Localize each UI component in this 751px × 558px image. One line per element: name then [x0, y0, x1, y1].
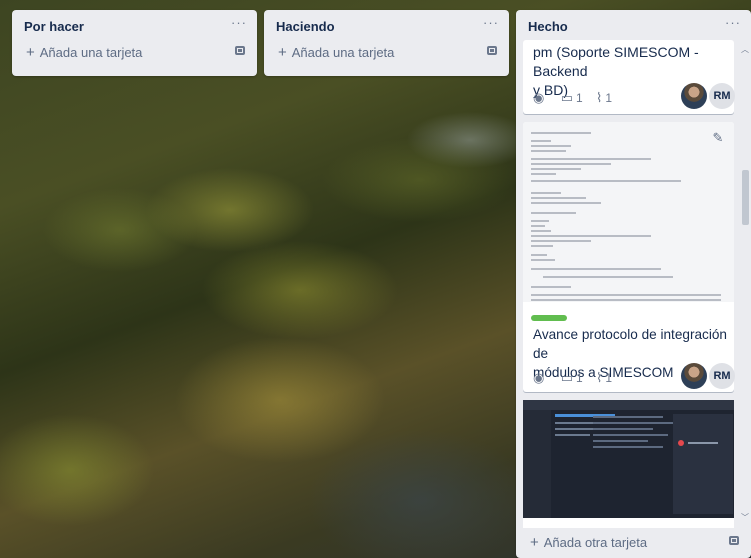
more-horizontal-icon[interactable]: ··· — [725, 15, 741, 30]
card-template-icon[interactable] — [729, 536, 739, 545]
eye-icon: ◉ — [533, 90, 545, 105]
card-cover-document — [523, 122, 734, 302]
card-badges: ◉ ▭ 1 ⌇ 1 — [533, 370, 622, 386]
plus-icon: + — [26, 44, 35, 61]
list-title[interactable]: Haciendo — [276, 19, 335, 34]
pencil-icon[interactable]: ✎ — [708, 128, 728, 148]
member-avatar-initials[interactable]: RM — [709, 83, 735, 109]
comments-badge: ▭ 1 — [560, 370, 583, 385]
add-card-label: Añada una tarjeta — [291, 45, 395, 60]
member-avatar-initials[interactable]: RM — [709, 363, 735, 389]
card[interactable]: pm (Soporte SIMESCOM - Backend y BD) ◉ ▭… — [523, 40, 735, 114]
list-hecho: Hecho ··· pm (Soporte SIMESCOM - Backend… — [516, 10, 751, 558]
scrollbar-thumb[interactable] — [742, 170, 749, 225]
add-card-button[interactable]: + Añada otra tarjeta — [530, 534, 647, 551]
add-card-button[interactable]: + Añada una tarjeta — [26, 44, 142, 61]
attachments-badge: ⌇ 1 — [596, 90, 613, 105]
list-scrollbar[interactable]: ︿ ﹀ — [741, 45, 749, 523]
scroll-down-arrow-icon[interactable]: ﹀ — [741, 512, 749, 523]
watch-badge: ◉ — [533, 370, 547, 385]
card-badges: ◉ ▭ 1 ⌇ 1 — [533, 90, 622, 106]
list-title[interactable]: Hecho — [528, 19, 568, 34]
card[interactable] — [523, 400, 734, 528]
paperclip-icon: ⌇ — [596, 370, 603, 385]
attachments-badge: ⌇ 1 — [596, 370, 613, 385]
card-label[interactable] — [531, 315, 567, 321]
comments-badge: ▭ 1 — [560, 90, 583, 105]
member-avatar[interactable] — [681, 83, 707, 109]
list-cards: pm (Soporte SIMESCOM - Backend y BD) ◉ ▭… — [516, 40, 751, 528]
eye-icon: ◉ — [533, 370, 545, 385]
watch-badge: ◉ — [533, 90, 547, 105]
attachments-count: 1 — [605, 371, 613, 385]
plus-icon: + — [530, 534, 539, 551]
add-card-button[interactable]: + Añada una tarjeta — [278, 44, 394, 61]
card-template-icon[interactable] — [235, 46, 245, 55]
card-template-icon[interactable] — [487, 46, 497, 55]
paperclip-icon: ⌇ — [596, 90, 603, 105]
more-horizontal-icon[interactable]: ··· — [483, 15, 499, 30]
card[interactable]: ✎ Avance protocolo de integración de mód… — [523, 122, 735, 392]
member-avatar[interactable] — [681, 363, 707, 389]
card-title-line: Avance protocolo de integración de — [533, 327, 727, 361]
more-horizontal-icon[interactable]: ··· — [231, 15, 247, 30]
list-header[interactable]: Por hacer ··· — [12, 10, 257, 40]
list-title[interactable]: Por hacer — [24, 19, 84, 34]
scroll-up-arrow-icon[interactable]: ︿ — [741, 44, 749, 55]
list-header[interactable]: Hecho ··· — [516, 10, 751, 40]
list-haciendo: Haciendo ··· + Añada una tarjeta — [264, 10, 509, 76]
comments-count: 1 — [575, 371, 583, 385]
comment-icon: ▭ — [560, 90, 573, 105]
card-title-line: pm (Soporte SIMESCOM - Backend — [533, 44, 699, 79]
card-cover-screenshot — [523, 400, 734, 518]
add-card-label: Añada otra tarjeta — [543, 535, 648, 550]
list-header[interactable]: Haciendo ··· — [264, 10, 509, 40]
attachments-count: 1 — [605, 91, 613, 105]
comments-count: 1 — [575, 91, 583, 105]
list-por-hacer: Por hacer ··· + Añada una tarjeta — [12, 10, 257, 76]
plus-icon: + — [278, 44, 287, 61]
comment-icon: ▭ — [560, 370, 573, 385]
add-card-label: Añada una tarjeta — [39, 45, 143, 60]
